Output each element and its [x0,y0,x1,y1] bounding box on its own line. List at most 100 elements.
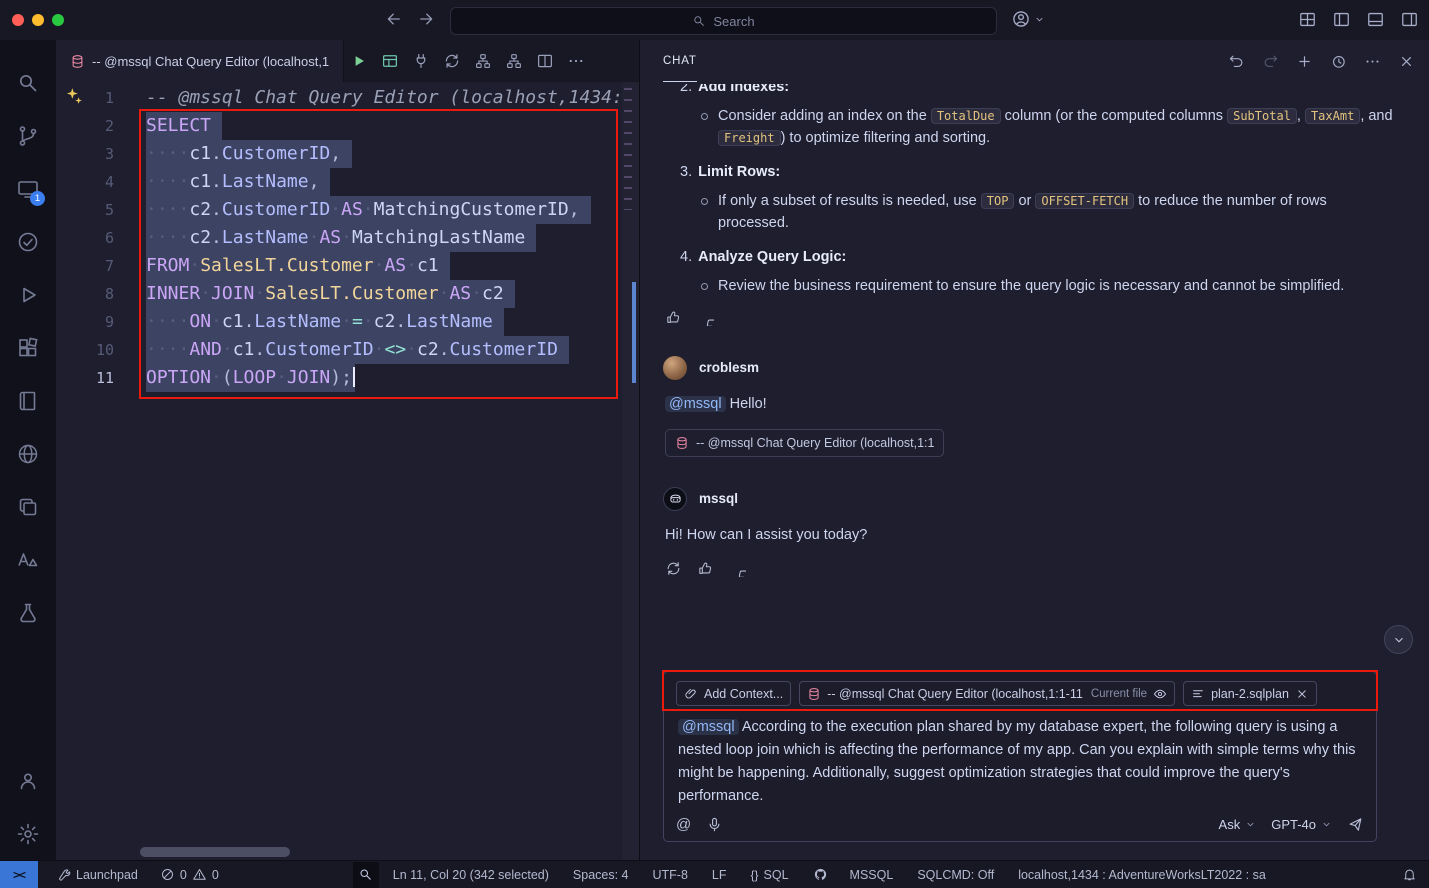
line-content: ····c1.LastName, [146,168,330,196]
code-line[interactable]: ····c2.LastName·AS·MatchingLastName [146,224,621,252]
github-status-item[interactable] [813,861,828,888]
send-icon[interactable] [1347,816,1364,833]
code-line[interactable]: SELECT [146,112,621,140]
notifications-bell[interactable] [1402,861,1417,888]
editor-tab[interactable]: -- @mssql Chat Query Editor (localhost,1 [56,40,344,82]
message-feedback [665,309,1399,326]
minimize-window-button[interactable] [32,14,44,26]
activity-web[interactable] [4,427,52,480]
encoding-item[interactable]: UTF-8 [653,861,688,888]
chat-panel-title[interactable]: CHAT [663,40,697,82]
close-icon[interactable] [1295,687,1309,701]
thumbs-down-icon[interactable] [697,309,714,326]
run-query-icon[interactable] [350,52,368,70]
split-editor-icon[interactable] [536,52,554,70]
code-line[interactable]: -- @mssql Chat Query Editor (localhost,1… [146,84,621,112]
scroll-to-bottom-button[interactable] [1384,625,1413,654]
attachment-chip[interactable]: -- @mssql Chat Query Editor (localhost,1… [665,429,944,457]
activity-extensions[interactable] [4,321,52,374]
code-token: MatchingCustomerID [374,199,569,220]
activity-source-control[interactable] [4,109,52,162]
activity-database-projects[interactable] [4,586,52,639]
chat-mode-dropdown[interactable]: Ask [1219,817,1257,832]
thumbs-down-icon[interactable] [729,560,746,577]
eye-icon[interactable] [1153,687,1167,701]
mention-chip[interactable]: @mssql [665,396,726,412]
more-actions-icon[interactable] [1364,53,1381,70]
code-line[interactable]: ····AND·c1.CustomerID·<>·c2.CustomerID [146,336,621,364]
context-chip[interactable]: Add Context... [676,681,791,706]
change-connection-icon[interactable] [443,52,461,70]
cursor-position-item[interactable]: Ln 11, Col 20 (342 selected) [393,861,549,888]
activity-remote-explorer[interactable]: 1 [4,162,52,215]
estimated-plan-icon[interactable] [474,52,492,70]
mention-icon[interactable]: @ [676,817,691,832]
code-line[interactable]: OPTION·(LOOP·JOIN); [146,364,621,392]
activity-docs[interactable] [4,374,52,427]
actual-plan-icon[interactable] [505,52,523,70]
regenerate-icon[interactable] [665,560,682,577]
mssql-status-item[interactable]: MSSQL [850,861,894,888]
badge: 1 [30,191,45,206]
remote-indicator[interactable]: >< [0,861,38,888]
toggle-panel-icon[interactable] [1366,10,1385,29]
activity-run-debug[interactable] [4,268,52,321]
context-chips: Add Context... -- @mssql Chat Query Edito… [676,681,1317,706]
toggle-secondary-sidebar-icon[interactable] [1400,10,1419,29]
results-grid-icon[interactable] [381,52,399,70]
close-panel-icon[interactable] [1398,53,1415,70]
context-chip[interactable]: -- @mssql Chat Query Editor (localhost,1… [799,681,1175,706]
thumbs-up-icon[interactable] [665,309,682,326]
profile-menu[interactable] [1011,9,1045,29]
redo-icon[interactable] [1262,53,1279,70]
new-chat-icon[interactable] [1296,53,1313,70]
settings-button[interactable] [4,807,52,860]
problems-status-item[interactable]: 0 0 [160,861,219,888]
close-window-button[interactable] [12,14,24,26]
horizontal-scrollbar[interactable] [140,847,290,857]
code-token: OPTION [146,367,211,388]
code-line[interactable]: ····c2.CustomerID·AS·MatchingCustomerID, [146,196,621,224]
toggle-sidebar-icon[interactable] [1298,10,1317,29]
eol-item[interactable]: LF [712,861,727,888]
activity-testing[interactable] [4,215,52,268]
code-editor[interactable]: 1234567891011 -- @mssql Chat Query Edito… [56,82,639,860]
disconnect-plug-icon[interactable] [412,52,430,70]
command-center-search[interactable]: Search [450,7,997,35]
accounts-button[interactable] [4,754,52,807]
chat-history-icon[interactable] [1330,53,1347,70]
navigate-forward-icon[interactable] [417,10,435,28]
launchpad-status-item[interactable]: Launchpad [56,861,138,888]
activity-references[interactable] [4,480,52,533]
model-dropdown[interactable]: GPT-4o [1271,817,1332,832]
more-actions-icon[interactable] [567,52,585,70]
zoom-indicator[interactable] [353,862,379,888]
github-icon [813,867,828,882]
navigate-back-icon[interactable] [385,10,403,28]
bullet-text: Consider adding an index on the TotalDue… [718,105,1399,149]
activity-linter[interactable] [4,533,52,586]
warnings-icon [192,867,207,882]
code-token: · [330,199,341,220]
indentation-item[interactable]: Spaces: 4 [573,861,629,888]
code-line[interactable]: INNER·JOIN·SalesLT.Customer·AS·c2 [146,280,621,308]
context-chip[interactable]: plan-2.sqlplan [1183,681,1317,706]
list-label: Limit Rows: [698,161,780,183]
code-line[interactable]: ····ON·c1.LastName·=·c2.LastName [146,308,621,336]
code-line[interactable]: FROM·SalesLT.Customer·AS·c1 [146,252,621,280]
microphone-icon[interactable] [706,816,723,833]
language-mode-item[interactable]: {} SQL [751,861,789,888]
activity-search[interactable] [4,56,52,109]
chat-input-box[interactable]: Add Context... -- @mssql Chat Query Edito… [663,671,1377,842]
code-line[interactable]: ····c1.LastName, [146,168,621,196]
code-line[interactable]: ····c1.CustomerID, [146,140,621,168]
undo-icon[interactable] [1228,53,1245,70]
thumbs-up-icon[interactable] [697,560,714,577]
toggle-primary-sidebar-icon[interactable] [1332,10,1351,29]
minimap[interactable] [622,82,639,860]
connection-status-item[interactable]: localhost,1434 : AdventureWorksLT2022 : … [1018,861,1266,888]
mention-chip[interactable]: @mssql [678,719,739,735]
maximize-window-button[interactable] [52,14,64,26]
sqlcmd-status-item[interactable]: SQLCMD: Off [917,861,994,888]
input-message-text[interactable]: @mssql According to the execution plan s… [678,716,1362,808]
